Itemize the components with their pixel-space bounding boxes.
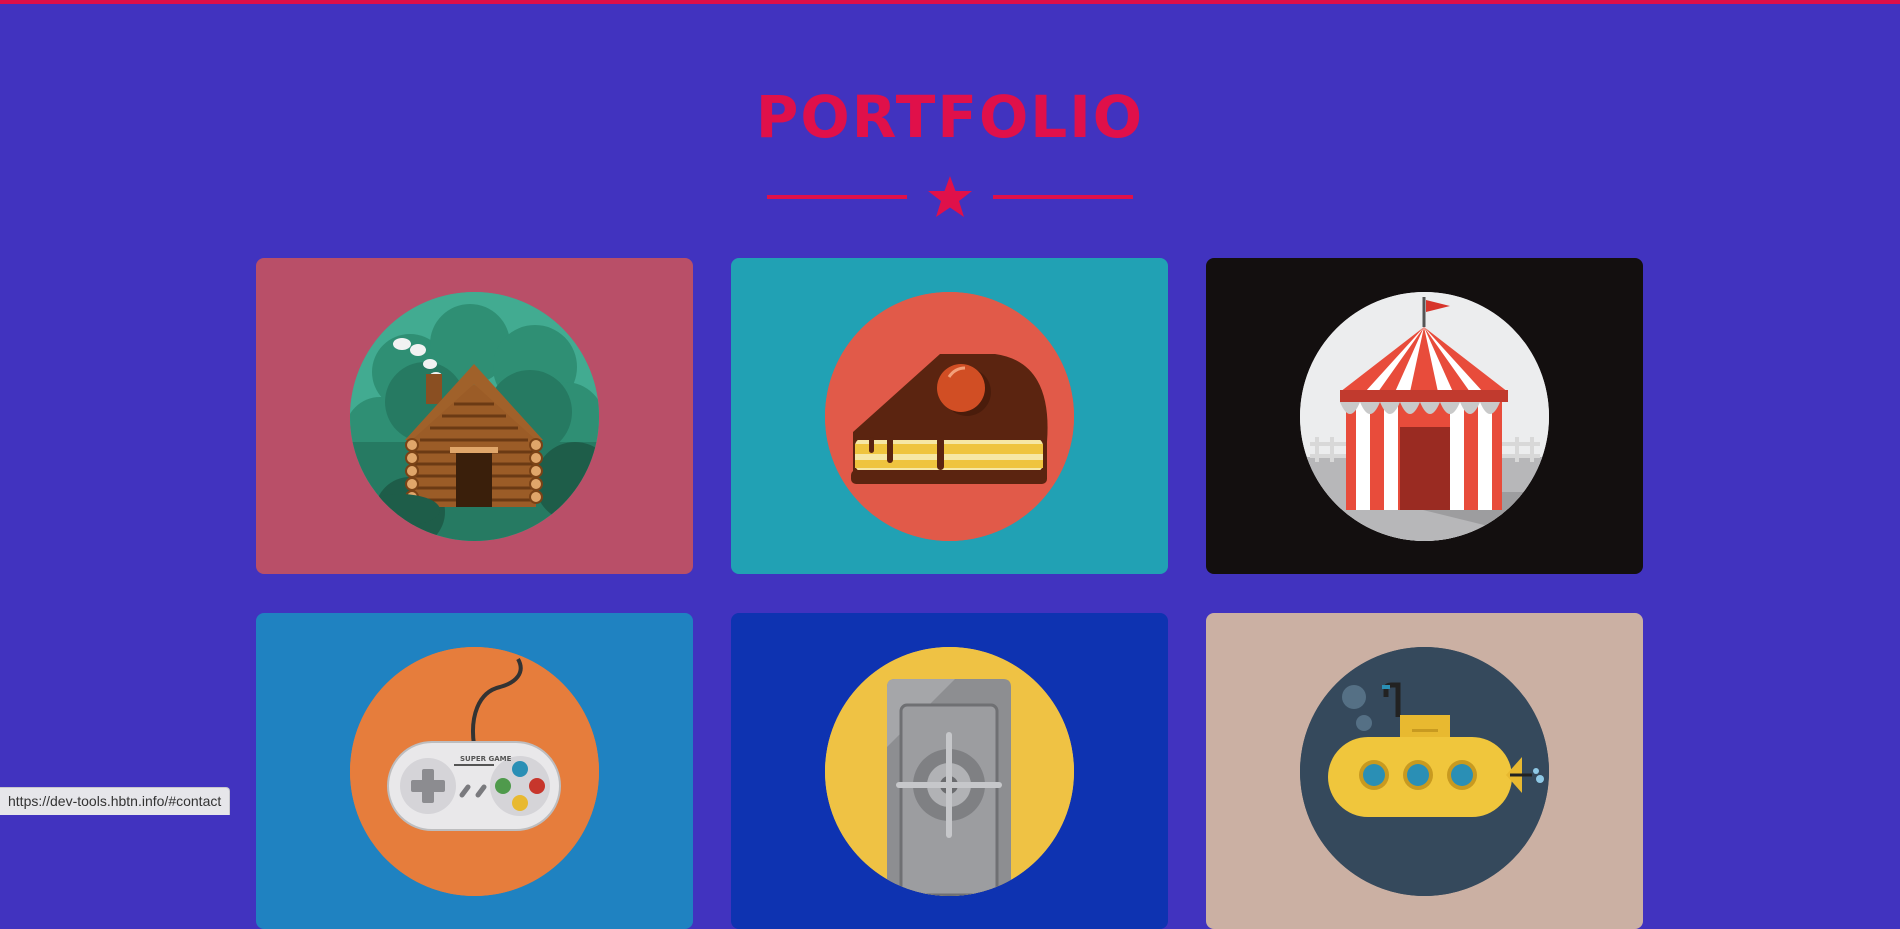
page-title: PORTFOLIO — [755, 83, 1145, 151]
safe-circle — [825, 647, 1074, 896]
controller-circle: SUPER GAME — [350, 647, 599, 896]
portfolio-item-circus[interactable] — [1206, 258, 1643, 574]
portfolio-item-safe[interactable] — [731, 613, 1168, 929]
submarine-circle — [1300, 647, 1549, 896]
divider-line-right — [993, 195, 1133, 199]
log-cabin-icon — [350, 292, 599, 541]
safe-icon — [825, 647, 1074, 896]
portfolio-item-cake[interactable] — [731, 258, 1168, 574]
top-accent-bar — [0, 0, 1900, 4]
cabin-circle — [350, 292, 599, 541]
submarine-icon — [1300, 647, 1549, 896]
controller-brand-text: SUPER GAME — [460, 755, 512, 763]
cake-circle — [825, 292, 1074, 541]
circus-tent-icon — [1300, 292, 1549, 541]
title-divider — [767, 174, 1133, 220]
portfolio-item-cabin[interactable] — [256, 258, 693, 574]
star-icon — [928, 176, 972, 217]
portfolio-item-submarine[interactable] — [1206, 613, 1643, 929]
status-bar-url: https://dev-tools.hbtn.info/#contact — [0, 787, 231, 815]
cake-slice-icon — [825, 292, 1074, 541]
game-controller-icon: SUPER GAME — [350, 647, 599, 896]
portfolio-item-controller[interactable]: SUPER GAME — [256, 613, 693, 929]
circus-circle — [1300, 292, 1549, 541]
divider-line-left — [767, 195, 907, 199]
